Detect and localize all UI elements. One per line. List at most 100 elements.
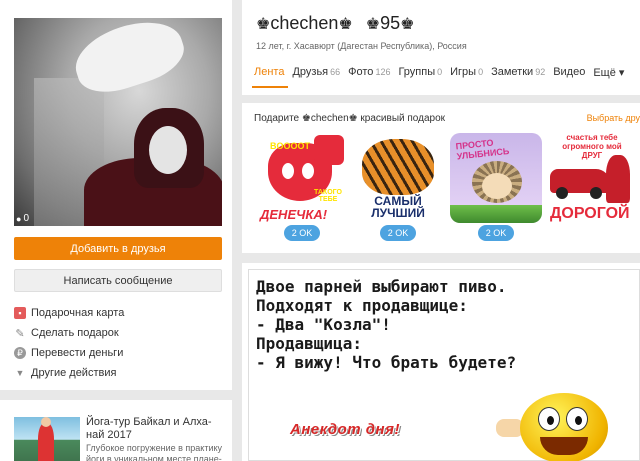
gift-text-bottom: ДЕНЕЧКА! (260, 207, 328, 222)
gift-price-button[interactable]: 2 OK (380, 225, 416, 241)
age-badge: ♚95♚ (366, 13, 415, 33)
smiley-eye (538, 407, 560, 431)
joke-line: - Два "Козла"! (256, 315, 391, 334)
tab-label: Друзья (292, 66, 329, 78)
photo-comment-count[interactable]: ● 0 (16, 213, 29, 224)
crown-icon: ♚ (301, 113, 311, 124)
coin-icon: ₽ (14, 347, 26, 359)
tab-label: Ещё ▾ (593, 67, 625, 79)
gift-text-middle: ТАКОГО ТЕБЕ (314, 189, 342, 203)
tab-count: 0 (478, 67, 484, 77)
crown-icon: ♚ (365, 16, 381, 33)
ad-image[interactable] (14, 417, 80, 461)
write-message-button[interactable]: Написать сообщение (14, 269, 222, 292)
profile-nav: Лента Друзья 66 Фото 126 Группы 0 Игры 0 Зам… (252, 66, 630, 88)
tab-groups[interactable]: Группы 0 (396, 66, 448, 85)
ad-image-person (38, 423, 54, 461)
profile-side-panel: ● 0 Добавить в друзья Написать сообщение… (0, 0, 232, 390)
choose-other-gift-link[interactable]: Выбрать дру (587, 113, 640, 123)
make-gift-label: Сделать подарок (31, 327, 119, 339)
gift-price-button[interactable]: 2 OK (284, 225, 320, 241)
ad-block[interactable]: Йога-тур Байкал и Алха-най 2017 Глубокое… (0, 400, 232, 461)
joke-line: - Я вижу! Что брать будете? (256, 353, 517, 372)
thumbs-up-icon (314, 135, 344, 165)
tab-label: Фото (348, 66, 374, 78)
make-gift-action[interactable]: ✎ Сделать подарок (14, 323, 124, 343)
joke-line: Двое парней выбирают пиво. (256, 277, 507, 296)
tab-feed[interactable]: Лента (252, 66, 290, 88)
gift-text-top: счастья тебе огромного мой ДРУГ (562, 133, 622, 160)
gift-item[interactable]: ПРОСТО УЛЫБНИСЬ (450, 133, 542, 223)
smiley-icon (520, 393, 608, 461)
tab-count: 0 (437, 67, 443, 77)
gift-text-bottom: ДОРОГОЙ (550, 205, 630, 222)
tab-count: 92 (535, 67, 546, 77)
tab-label: Заметки (491, 66, 534, 78)
ad-image-head (41, 417, 51, 427)
tab-friends[interactable]: Друзья 66 (290, 66, 346, 85)
crown-icon: ♚ (338, 16, 353, 33)
profile-name: chechen (270, 13, 339, 33)
photo-figure-face (149, 126, 187, 174)
gifts-heading-suffix: красивый подарок (357, 113, 446, 124)
tab-more[interactable]: Ещё ▾ (591, 66, 630, 85)
woman-figure (606, 155, 630, 203)
tiger-sticker (362, 139, 434, 195)
gifts-heading-prefix: Подарите (254, 113, 302, 124)
gift-item[interactable]: BOOOOT ТАКОГО ТЕБЕ ДЕНЕЧКА! (256, 133, 348, 223)
other-actions[interactable]: ▼ Другие действия (14, 363, 124, 383)
joke-line: Подходят к продавщице: (256, 296, 468, 315)
car-wheel (556, 187, 568, 199)
gift-item[interactable]: счастья тебе огромного мой ДРУГ ДОРОГОЙ (546, 133, 638, 223)
profile-photo[interactable]: ● 0 (14, 18, 222, 226)
ad-title[interactable]: Йога-тур Байкал и Алха-най 2017 (86, 416, 226, 442)
gifts-heading: Подарите ♚chechen♚ красивый подарок (254, 113, 445, 124)
hedgehog-face (482, 173, 512, 199)
gift-text-top: BOOOOT (270, 141, 310, 151)
chevron-down-icon: ▼ (15, 368, 25, 378)
gift-item[interactable]: САМЫЙ ЛУЧШИЙ (352, 133, 444, 223)
tab-label: Видео (553, 66, 586, 78)
tab-photos[interactable]: Фото 126 (346, 66, 396, 85)
joke-line: Продавщица: (256, 334, 362, 353)
tab-notes[interactable]: Заметки 92 (489, 66, 551, 85)
gift-price-button[interactable]: 2 OK (478, 225, 514, 241)
pencil-icon: ✎ (15, 327, 25, 340)
tab-count: 66 (330, 67, 341, 77)
gift-text-bottom: ЛУЧШИЙ (371, 206, 425, 220)
car-wheel (590, 187, 602, 199)
transfer-money-action[interactable]: ₽ Перевести деньги (14, 343, 124, 363)
tab-label: Группы (398, 66, 436, 78)
post-joke-text: Двое парней выбирают пиво. Подходят к пр… (256, 277, 516, 372)
age-number: 95 (380, 13, 401, 33)
other-actions-label: Другие действия (31, 367, 117, 379)
gifts-panel: Подарите ♚chechen♚ красивый подарок Выбр… (242, 103, 640, 253)
photo-count-value: 0 (23, 213, 29, 224)
tab-count: 126 (375, 67, 391, 77)
comment-bubble-icon: ● (16, 213, 22, 224)
smiley-eye (566, 407, 588, 431)
profile-name-row: ♚chechen♚ ♚95♚ (256, 13, 414, 34)
smiley-mouth (540, 437, 588, 455)
tab-label: Лента (254, 66, 285, 78)
gift-card-label: Подарочная карта (31, 307, 125, 319)
flowers-decoration (450, 205, 542, 223)
gift-card-action[interactable]: ▪ Подарочная карта (14, 303, 124, 323)
gift-text: САМЫЙ ЛУЧШИЙ (352, 195, 444, 219)
crown-icon: ♚ (256, 16, 271, 33)
feed-post[interactable]: Двое парней выбирают пиво. Подходят к пр… (242, 263, 640, 461)
transfer-money-label: Перевести деньги (31, 347, 124, 359)
tab-label: Игры (450, 66, 477, 78)
crown-icon: ♚ (348, 113, 358, 124)
gifts-heading-name: chechen (310, 113, 349, 124)
profile-header: ♚chechen♚ ♚95♚ 12 лет, г. Хасавюрт (Даге… (242, 0, 640, 95)
tab-video[interactable]: Видео (551, 66, 591, 85)
add-friend-button[interactable]: Добавить в друзья (14, 237, 222, 260)
ad-description: Глубокое погружение в практику йоги в ун… (86, 443, 223, 461)
tab-games[interactable]: Игры 0 (448, 66, 489, 85)
joke-of-day-caption: Анекдот дня! (290, 421, 400, 438)
profile-actions: ▪ Подарочная карта ✎ Сделать подарок ₽ П… (14, 303, 124, 383)
profile-location: 12 лет, г. Хасавюрт (Дагестан Республика… (256, 41, 467, 51)
crown-icon: ♚ (400, 16, 415, 33)
gift-card-icon: ▪ (14, 307, 26, 319)
